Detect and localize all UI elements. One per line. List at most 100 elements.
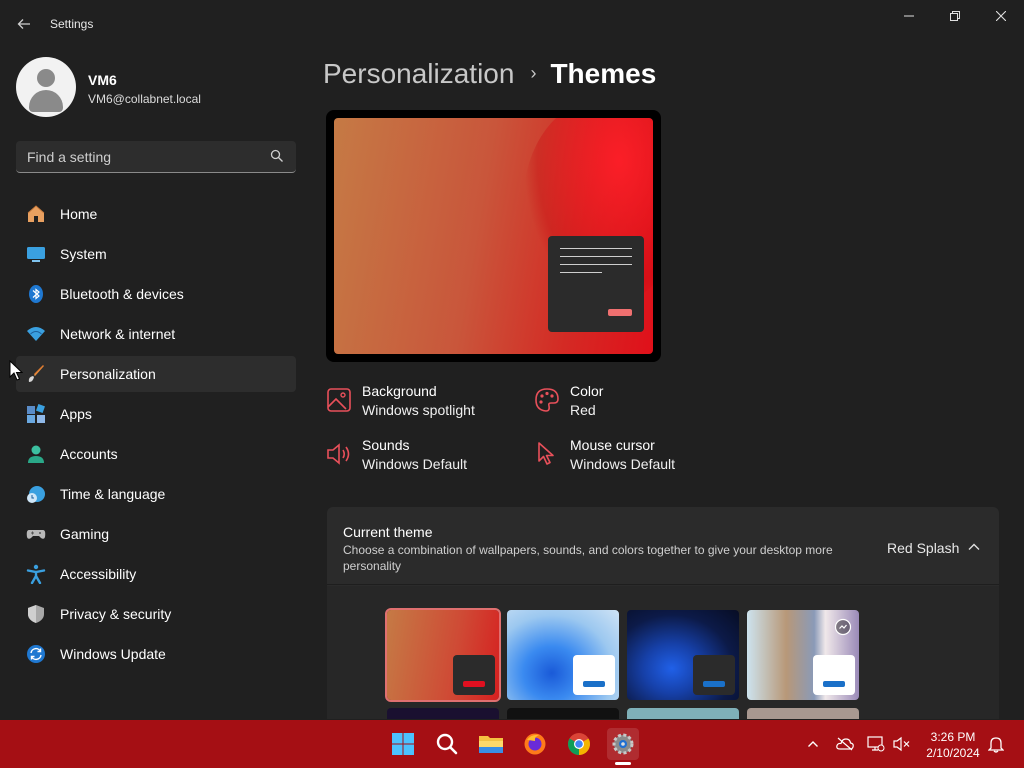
close-button[interactable]: [978, 0, 1024, 32]
chevron-up-icon[interactable]: [967, 540, 981, 554]
search-icon[interactable]: [270, 149, 284, 163]
onedrive-tray-button[interactable]: [835, 734, 855, 754]
current-theme-card: Current theme Choose a combination of wa…: [327, 507, 999, 719]
accessibility-icon: [26, 564, 46, 584]
sidebar-item-label: Gaming: [60, 526, 110, 542]
active-app-indicator: [615, 762, 631, 765]
sidebar-item-home[interactable]: Home: [16, 196, 296, 232]
minimize-button[interactable]: [886, 0, 932, 32]
app-title: Settings: [50, 17, 94, 31]
background-title: Background: [362, 383, 437, 399]
sidebar-item-accessibility[interactable]: Accessibility: [16, 556, 296, 592]
sidebar-item-accounts[interactable]: Accounts: [16, 436, 296, 472]
cursor-arrow-icon: [538, 442, 554, 465]
breadcrumb-parent[interactable]: Personalization: [323, 58, 514, 89]
title-bar: Settings: [0, 0, 1024, 48]
system-icon: [27, 247, 45, 262]
theme-tile-row2-2[interactable]: [507, 708, 619, 719]
accounts-icon: [28, 445, 44, 463]
minimize-icon: [904, 15, 914, 17]
theme-tile-window: [573, 655, 615, 695]
theme-tile-row2-4[interactable]: [747, 708, 859, 719]
close-icon: [996, 11, 1006, 21]
system-clock[interactable]: 3:26 PM 2/10/2024: [918, 729, 988, 761]
user-email: VM6@collabnet.local: [88, 92, 201, 106]
theme-tile-row2-3[interactable]: [627, 708, 739, 719]
preview-button: [608, 309, 632, 316]
chevron-up-icon: [808, 741, 818, 747]
sidebar-item-time-language[interactable]: Time & language: [16, 476, 296, 512]
file-explorer-icon: [479, 736, 503, 753]
sounds-title: Sounds: [362, 437, 410, 453]
mouse-cursor-setting[interactable]: Mouse cursor Windows Default: [534, 437, 704, 477]
bluetooth-icon: [29, 285, 43, 303]
theme-tile-window: [453, 655, 495, 695]
back-button[interactable]: [10, 10, 38, 38]
spotlight-camera-icon: [834, 618, 852, 636]
theme-tile-windows-light[interactable]: [507, 610, 619, 700]
preview-line: [560, 272, 602, 273]
search-input[interactable]: [16, 141, 266, 172]
back-arrow-icon: [17, 19, 30, 29]
gaming-icon: [26, 530, 46, 539]
theme-tile-accent: [703, 681, 725, 687]
start-icon: [392, 733, 414, 755]
notifications-button[interactable]: [986, 734, 1006, 754]
color-setting[interactable]: Color Red: [534, 383, 694, 423]
theme-gallery: [327, 586, 999, 719]
sidebar-item-apps[interactable]: Apps: [16, 396, 296, 432]
current-theme-title: Current theme: [343, 524, 433, 540]
sounds-value: Windows Default: [362, 456, 468, 472]
sounds-setting[interactable]: Sounds Windows Default: [326, 437, 506, 477]
theme-tile-windows-dark[interactable]: [627, 610, 739, 700]
apps-icon: [27, 404, 45, 423]
theme-tile-windows-spotlight[interactable]: [747, 610, 859, 700]
sidebar-item-label: System: [60, 246, 107, 262]
preview-window: [548, 236, 644, 332]
mouse-pointer-icon: [9, 360, 23, 381]
cursor-value: Windows Default: [570, 456, 676, 472]
sidebar-item-privacy-security[interactable]: Privacy & security: [16, 596, 296, 632]
sidebar-item-label: Time & language: [60, 486, 166, 502]
sidebar-item-network[interactable]: Network & internet: [16, 316, 296, 352]
search-box: [16, 141, 296, 173]
sidebar-item-bluetooth[interactable]: Bluetooth & devices: [16, 276, 296, 312]
sidebar-item-gaming[interactable]: Gaming: [16, 516, 296, 552]
home-icon: [27, 205, 45, 222]
breadcrumb-separator: ›: [530, 63, 537, 83]
theme-preview-wallpaper: [334, 118, 653, 354]
sidebar-item-label: Personalization: [60, 366, 156, 382]
network-disconnected-icon: [867, 736, 885, 752]
background-setting[interactable]: Background Windows spotlight: [326, 383, 506, 423]
settings-icon: [612, 733, 634, 755]
maximize-button[interactable]: [932, 0, 978, 32]
theme-tile-accent: [823, 681, 845, 687]
current-theme-header[interactable]: Current theme Choose a combination of wa…: [327, 507, 999, 585]
background-value: Windows spotlight: [362, 402, 475, 418]
chrome-button[interactable]: [563, 728, 595, 760]
current-theme-value: Red Splash: [887, 540, 960, 556]
theme-tile-window: [813, 655, 855, 695]
network-tray-button[interactable]: [866, 734, 886, 754]
volume-tray-button[interactable]: [892, 734, 912, 754]
taskbar-search-button[interactable]: [431, 728, 463, 760]
theme-tile-red-splash[interactable]: [385, 608, 501, 702]
show-hidden-icons-button[interactable]: [803, 734, 823, 754]
clock-time: 3:26 PM: [930, 730, 976, 744]
start-button[interactable]: [387, 728, 419, 760]
theme-tile-row2-1[interactable]: [387, 708, 499, 719]
sidebar-item-personalization[interactable]: Personalization: [16, 356, 296, 392]
sidebar-item-label: Accessibility: [60, 566, 137, 582]
firefox-button[interactable]: [519, 728, 551, 760]
preview-line: [560, 256, 632, 257]
file-explorer-button[interactable]: [475, 728, 507, 760]
theme-tile-accent: [463, 681, 485, 687]
taskbar: 3:26 PM 2/10/2024: [0, 720, 1024, 768]
avatar[interactable]: [16, 57, 76, 117]
preview-line: [560, 264, 632, 265]
theme-tile-window: [693, 655, 735, 695]
sidebar-item-system[interactable]: System: [16, 236, 296, 272]
color-value: Red: [570, 402, 596, 418]
settings-taskbar-button[interactable]: [607, 728, 639, 760]
sidebar-item-windows-update[interactable]: Windows Update: [16, 636, 296, 672]
